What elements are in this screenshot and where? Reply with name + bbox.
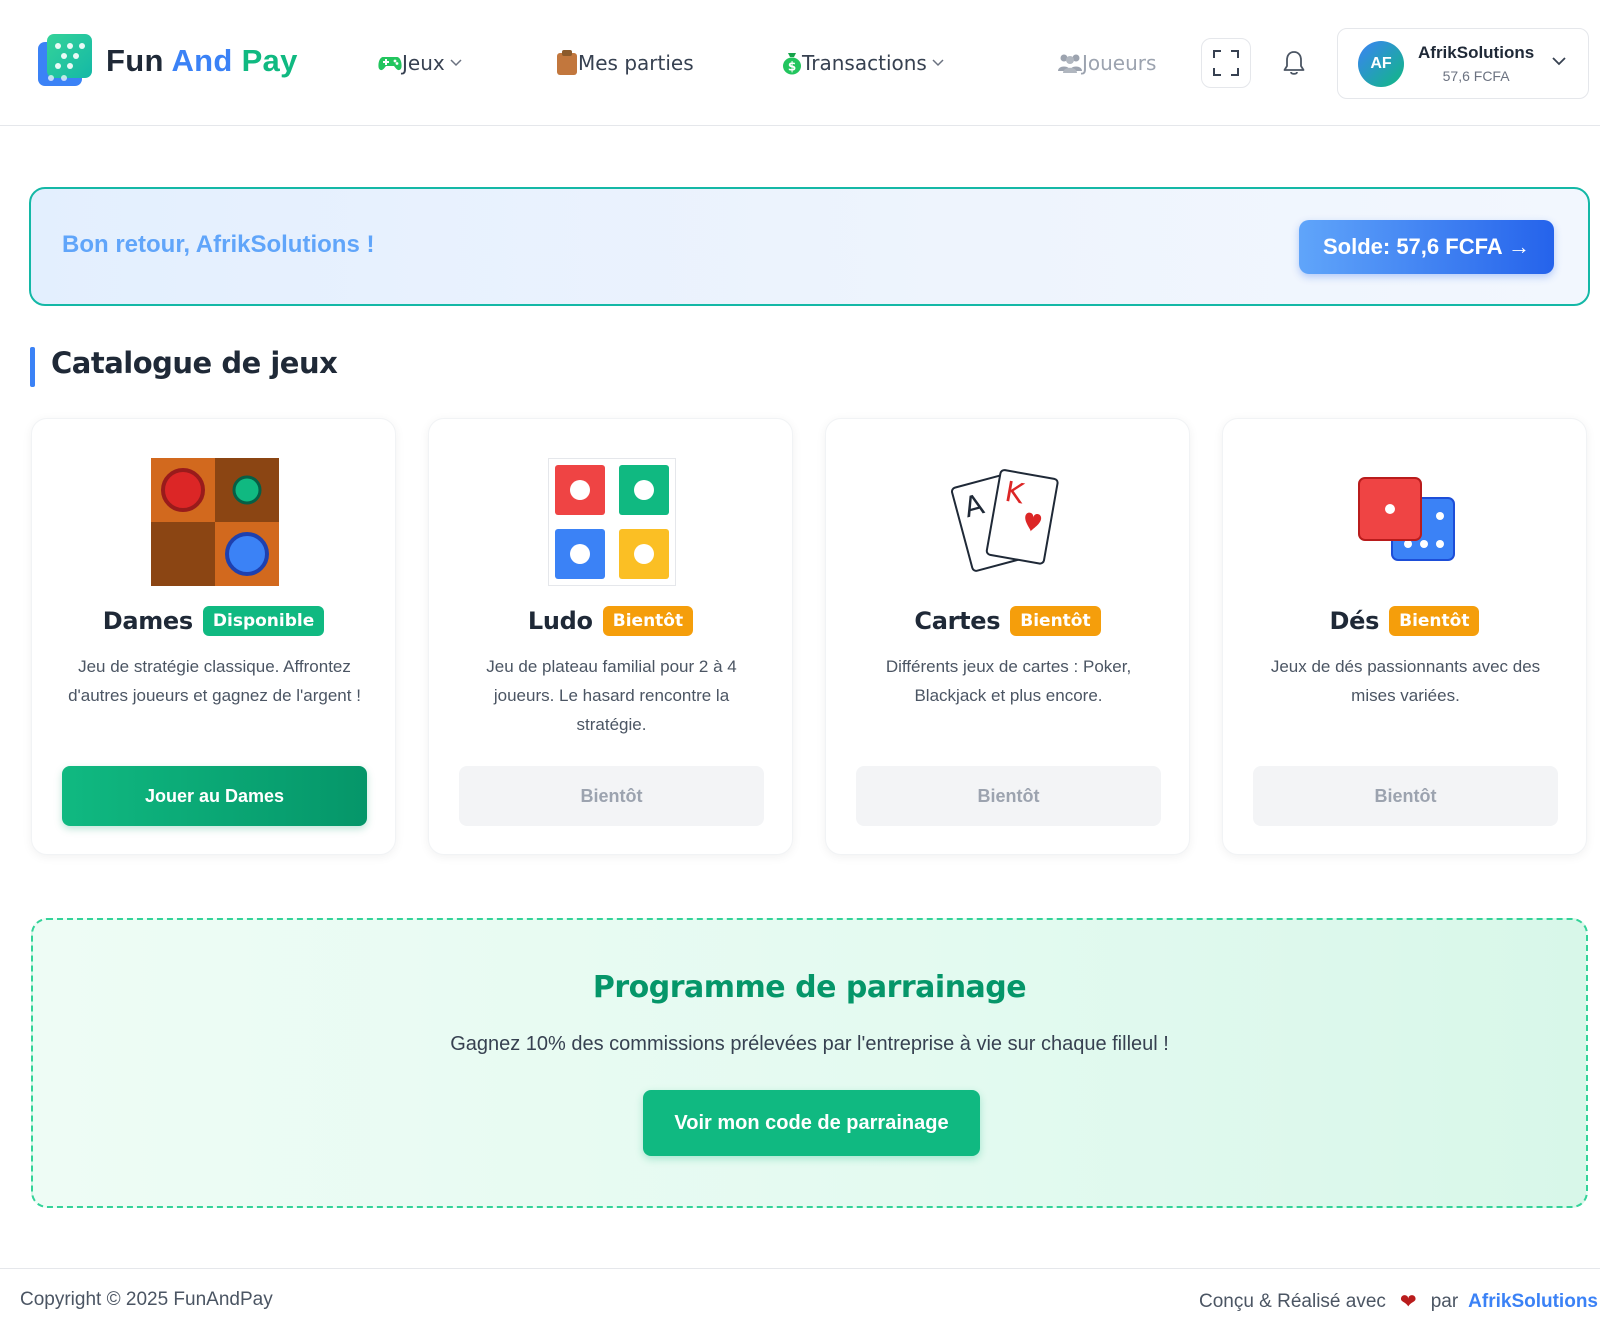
playing-cards-icon: A K xyxy=(945,458,1073,586)
game-card-ludo: Ludo Bientôt Jeu de plateau familial pou… xyxy=(428,418,793,855)
game-description: Différents jeux de cartes : Poker, Black… xyxy=(885,657,1132,705)
referral-description: Gagnez 10% des commissions prélevées par… xyxy=(450,1033,1169,1055)
card-header: Cartes Bientôt xyxy=(826,606,1189,636)
status-badge: Bientôt xyxy=(1389,606,1480,636)
nav-mes-parties-label: Mes parties xyxy=(578,51,694,75)
referral-code-button[interactable]: Voir mon code de parrainage xyxy=(643,1090,980,1156)
card-header: Ludo Bientôt xyxy=(429,606,792,636)
fullscreen-button[interactable] xyxy=(1201,38,1251,88)
brand-word-and: And xyxy=(171,43,233,78)
copyright-text: Copyright © 2025 FunAndPay xyxy=(20,1289,273,1310)
user-name: AfrikSolutions xyxy=(1418,43,1535,62)
user-info: AfrikSolutions 57,6 FCFA xyxy=(1418,43,1534,84)
game-card-des: Dés Bientôt Jeux de dés passionnants ave… xyxy=(1222,418,1587,855)
credits-prefix: Conçu & Réalisé avec xyxy=(1198,1290,1386,1312)
cartes-soon-button[interactable]: Bientôt xyxy=(856,766,1161,826)
status-badge: Disponible xyxy=(202,606,325,636)
balance-button[interactable]: Solde: 57,6 FCFA → xyxy=(1299,220,1554,274)
checkers-board-icon xyxy=(151,458,279,586)
game-card-cartes: A K Cartes Bientôt Différents jeux de ca… xyxy=(825,418,1190,855)
author-link[interactable]: AfrikSolutions xyxy=(1468,1291,1598,1313)
section-accent-bar xyxy=(30,347,35,387)
referral-title: Programme de parrainage xyxy=(592,970,1027,1005)
users-icon xyxy=(1058,54,1082,73)
avatar: AF xyxy=(1358,40,1404,87)
game-title: Dés xyxy=(1329,607,1380,635)
welcome-message: Bon retour, AfrikSolutions ! xyxy=(62,231,375,258)
dice-logo-icon xyxy=(38,34,92,88)
heart-icon: ❤ xyxy=(1399,1291,1417,1313)
notifications-button[interactable] xyxy=(1279,48,1309,78)
referral-section: Programme de parrainage Gagnez 10% des c… xyxy=(31,918,1588,1208)
status-badge: Bientôt xyxy=(1010,606,1101,636)
bell-icon xyxy=(1283,51,1305,75)
nav-joueurs-label: Joueurs xyxy=(1082,51,1157,75)
gamepad-icon xyxy=(378,57,402,71)
brand-word-fun: Fun xyxy=(106,43,164,78)
user-menu[interactable]: AF AfrikSolutions 57,6 FCFA xyxy=(1337,28,1589,99)
money-bag-icon: $ xyxy=(783,53,801,75)
nav-joueurs[interactable]: Joueurs xyxy=(1058,46,1156,80)
ludo-soon-button[interactable]: Bientôt xyxy=(459,766,764,826)
nav-jeux[interactable]: Jeux xyxy=(378,46,462,80)
nav-transactions-label: Transactions xyxy=(802,51,927,75)
chevron-down-icon xyxy=(450,59,462,67)
chevron-down-icon xyxy=(1552,57,1566,66)
top-header: Fun And Pay Jeux Mes parties $ Transacti… xyxy=(0,0,1600,126)
credits-by: par xyxy=(1430,1290,1459,1312)
card-header: Dés Bientôt xyxy=(1223,606,1586,636)
ludo-board-icon xyxy=(548,458,676,586)
nav-transactions[interactable]: $ Transactions xyxy=(782,46,944,80)
des-soon-button[interactable]: Bientôt xyxy=(1253,766,1558,826)
game-card-dames: Dames Disponible Jeu de stratégie classi… xyxy=(31,418,396,855)
game-title: Dames xyxy=(102,607,194,635)
dice-icon xyxy=(1342,458,1470,586)
card-header: Dames Disponible xyxy=(32,606,395,636)
game-description: Jeux de dés passionnants avec des mises … xyxy=(1270,657,1541,705)
footer-credits: Conçu & Réalisé avec ❤ par AfrikSolution… xyxy=(1199,1289,1598,1314)
play-dames-button[interactable]: Jouer au Dames xyxy=(62,766,367,826)
game-description: Jeu de stratégie classique. Affrontez d'… xyxy=(68,657,361,705)
nav-mes-parties[interactable]: Mes parties xyxy=(556,46,694,80)
brand-word-pay: Pay xyxy=(241,43,298,78)
welcome-banner: Bon retour, AfrikSolutions ! Solde: 57,6… xyxy=(29,187,1590,306)
chevron-down-icon xyxy=(932,59,944,67)
brand-logo[interactable]: Fun And Pay xyxy=(38,34,298,88)
footer: Copyright © 2025 FunAndPay Conçu & Réali… xyxy=(0,1268,1600,1329)
brand-name: Fun And Pay xyxy=(106,43,298,79)
game-title: Ludo xyxy=(527,607,593,635)
nav-jeux-label: Jeux xyxy=(402,51,445,75)
status-badge: Bientôt xyxy=(602,606,694,636)
user-balance: 57,6 FCFA xyxy=(1442,68,1510,84)
catalog-title: Catalogue de jeux xyxy=(51,346,338,380)
game-title: Cartes xyxy=(914,607,1001,635)
clipboard-icon xyxy=(557,50,577,75)
fullscreen-icon xyxy=(1213,50,1239,76)
game-description: Jeu de plateau familial pour 2 à 4 joueu… xyxy=(486,657,737,734)
svg-text:$: $ xyxy=(788,60,796,74)
